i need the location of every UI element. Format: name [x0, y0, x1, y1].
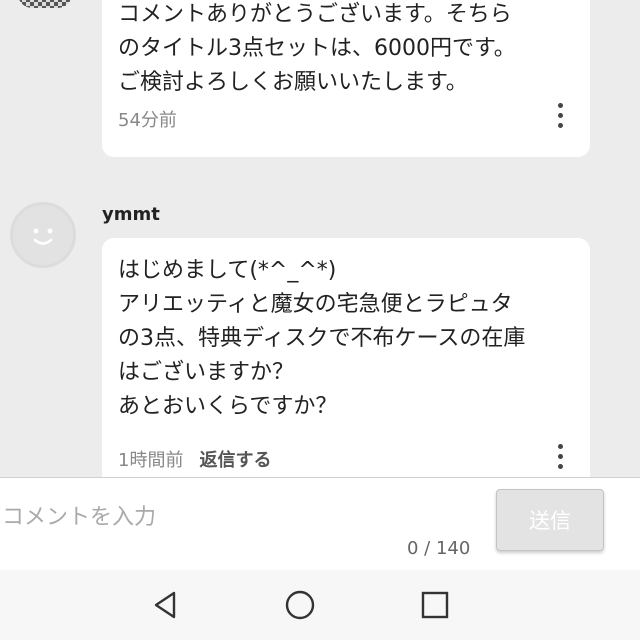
- seller-avatar-image: [18, 0, 72, 8]
- character-counter: 0 / 140: [407, 538, 471, 559]
- comment-composer: 送信 0 / 140: [0, 478, 640, 570]
- comment-feed[interactable]: コメントありがとうございます。そちら のタイトル3点セットは、6000円です。 …: [0, 0, 640, 478]
- comment-text: コメントありがとうございます。そちら のタイトル3点セットは、6000円です。 …: [118, 2, 516, 95]
- more-options-icon[interactable]: [548, 441, 572, 471]
- user-avatar[interactable]: [10, 202, 76, 268]
- comment-meta: 1時間前 返信する: [118, 446, 271, 472]
- system-nav-bar: [0, 570, 640, 640]
- comment-time: 1時間前: [118, 450, 184, 471]
- comment-input[interactable]: [0, 496, 474, 538]
- more-options-icon[interactable]: [548, 100, 572, 130]
- comment-meta: 54分前: [118, 106, 177, 132]
- comment-bubble-user: はじめまして(*^_^*) アリエッティと魔女の宅急便とラピュタ の3点、特典デ…: [102, 238, 590, 478]
- comment-bubble-seller: コメントありがとうございます。そちら のタイトル3点セットは、6000円です。 …: [102, 0, 590, 157]
- comment-text: はじめまして(*^_^*) アリエッティと魔女の宅急便とラピュタ の3点、特典デ…: [118, 258, 526, 419]
- comment-time: 54分前: [118, 110, 177, 131]
- recent-apps-square-icon[interactable]: [418, 588, 452, 622]
- home-circle-icon[interactable]: [283, 588, 317, 622]
- back-triangle-icon[interactable]: [148, 588, 182, 622]
- seller-avatar[interactable]: [18, 0, 72, 8]
- comment-username[interactable]: ymmt: [102, 204, 160, 225]
- smiley-face-icon: [33, 228, 53, 245]
- send-button[interactable]: 送信: [496, 489, 604, 551]
- reply-button[interactable]: 返信する: [199, 446, 271, 472]
